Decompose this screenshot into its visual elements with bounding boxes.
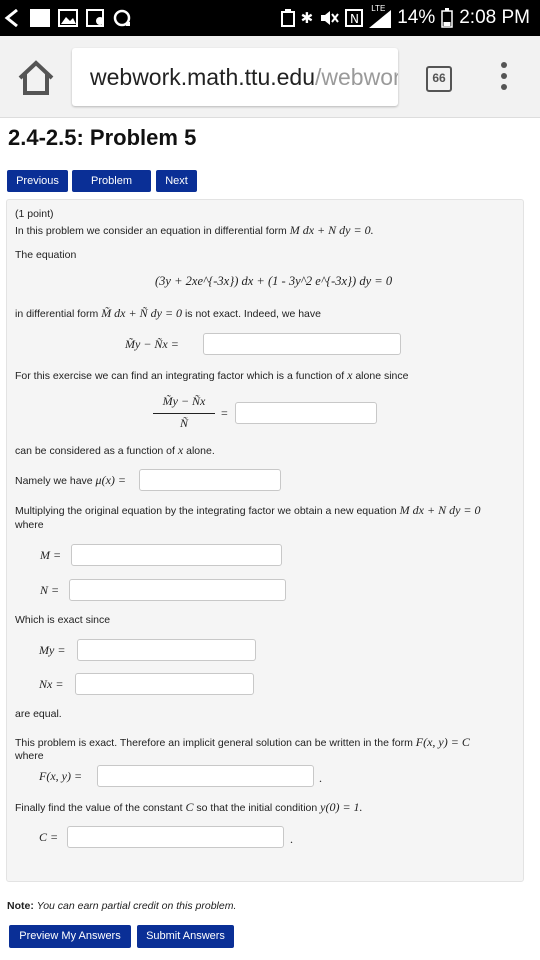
status-indicators: ✱ N LTE 14% 2:08 PM [280,4,530,30]
implicit-text: This problem is exact. Therefore an impl… [15,735,470,750]
problem-body: (1 point) In this problem we consider an… [6,199,524,882]
are-equal-text: are equal. [15,708,62,720]
N-input[interactable] [69,579,286,601]
where2-label: where [15,750,44,762]
home-icon[interactable] [16,58,56,98]
note-text: You can earn partial credit on this prob… [36,900,237,912]
svg-text:N: N [350,12,359,26]
sync-icon [280,9,295,27]
integrating-var: x [347,368,353,382]
mute-icon [321,11,340,25]
finally-math: y(0) = 1. [320,800,363,814]
N-label: N = [40,583,60,597]
diff-label: M̃y − Ñx = [125,337,179,351]
problem-list-button[interactable]: Problem List [72,170,151,209]
finally-label: Finally find the value of the constant [15,802,183,814]
finally-var: C [185,800,194,814]
Nx-input[interactable] [75,673,254,695]
points-label: (1 point) [15,208,54,220]
C-input[interactable] [67,826,284,848]
status-bar: ✱ N LTE 14% 2:08 PM [0,0,540,36]
next-button[interactable]: Next [156,170,197,192]
url-host: webwork.math.ttu.edu [90,64,316,90]
preview-answers-button[interactable]: Preview My Answers [9,925,131,948]
browser-toolbar: webwork.math.ttu.edu/webwork2/ 66 [0,36,540,118]
intro-math: M dx + N dy = 0. [289,223,374,237]
page-title: 2.4-2.5: Problem 5 [8,125,197,150]
C-label: C = [39,830,59,844]
submit-answers-button[interactable]: Submit Answers [137,925,234,948]
where-label: where [15,519,44,531]
intro-label: In this problem we consider an equation … [15,225,287,237]
mu-input[interactable] [139,469,281,491]
F-input[interactable] [97,765,314,787]
My-input[interactable] [77,639,256,661]
multiplying-label: Multiplying the original equation by the… [15,505,397,517]
M-label: M = [40,548,62,562]
F-label: F(x, y) = [39,769,83,783]
back-arrow-icon [4,9,18,27]
integrating-label: For this exercise we can find an integra… [15,370,345,382]
namely-text: Namely we have μ(x) = [15,473,126,488]
C-period: . [290,832,293,846]
overflow-menu-icon[interactable] [496,62,512,96]
implicit-label: This problem is exact. Therefore an impl… [15,737,413,749]
previous-button[interactable]: Previous [7,170,68,192]
F-period: . [319,771,322,785]
cloud-icon [113,9,131,27]
not-exact-post: is not exact. Indeed, we have [184,308,321,320]
not-exact-math: M̃ dx + Ñ dy = 0 [101,306,183,320]
fraction-denominator: Ñ [179,416,188,430]
notification-icon [30,9,50,27]
fraction-equals: = [221,406,228,420]
nfc-icon: N [345,9,364,27]
considered-var: x [177,443,184,457]
tab-switcher-button[interactable]: 66 [426,66,452,92]
considered-text: can be considered as a function of x alo… [15,443,215,458]
note-label: Note: [7,900,34,912]
integrating-tail: alone since [355,370,409,382]
clock: 2:08 PM [459,7,530,28]
My-label: My = [39,643,66,657]
fraction-input[interactable] [235,402,377,424]
namely-label: Namely we have [15,475,93,487]
not-exact-text: in differential form M̃ dx + Ñ dy = 0 is… [15,306,321,321]
finally-mid: so that the initial condition [196,802,318,814]
not-exact-pre: in differential form [15,308,99,320]
fraction-numerator: M̃y − Ñx [162,394,206,408]
battery-icon [441,8,453,28]
fraction-bar [153,413,215,414]
url-bar[interactable]: webwork.math.ttu.edu/webwork2/ [72,48,398,106]
finally-text: Finally find the value of the constant C… [15,800,363,815]
equation-display: (3y + 2xe^{-3x}) dx + (1 - 3y^2 e^{-3x})… [155,274,393,288]
M-input[interactable] [71,544,282,566]
mail-icon [86,9,104,27]
considered-post: alone. [186,445,215,457]
signal-icon: LTE [369,4,392,28]
battery-percent: 14% [397,7,436,28]
integrating-text: For this exercise we can find an integra… [15,368,408,383]
which-exact-text: Which is exact since [15,614,111,626]
partial-credit-note: Note: You can earn partial credit on thi… [7,900,236,912]
gallery-icon [58,9,78,27]
implicit-math: F(x, y) = C [415,735,470,749]
equation-heading: The equation [15,249,77,261]
intro-text: In this problem we consider an equation … [15,223,374,238]
multiplying-text: Multiplying the original equation by the… [15,503,481,518]
Nx-label: Nx = [39,677,64,691]
url-path: /webwork2/ [315,64,398,90]
bluetooth-icon: ✱ [300,10,314,27]
considered-pre: can be considered as a function of [15,445,175,457]
multiplying-math: M dx + N dy = 0 [399,503,481,517]
diff-input[interactable] [203,333,401,355]
namely-math: μ(x) = [95,473,126,487]
